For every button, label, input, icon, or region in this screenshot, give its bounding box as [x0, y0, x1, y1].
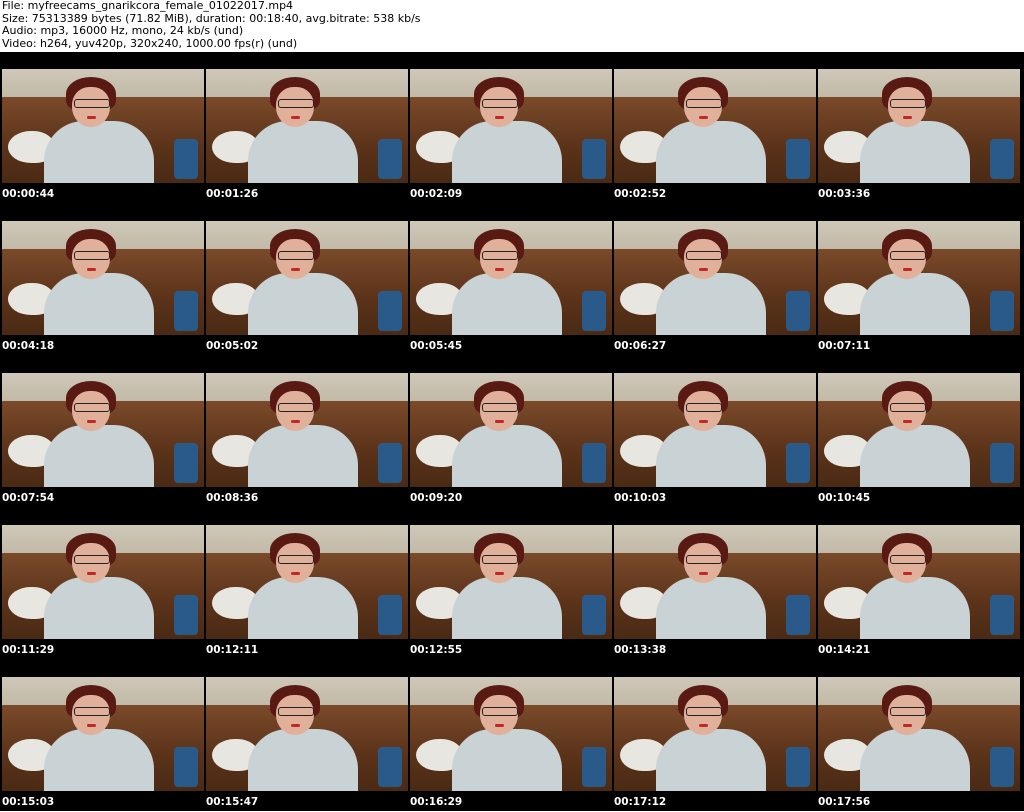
thumbnail-timestamp: 00:03:36: [818, 188, 871, 200]
thumbnail-timestamp: 00:07:11: [818, 340, 871, 352]
video-frame-thumbnail[interactable]: [818, 525, 1020, 639]
thumbnail-timestamp: 00:12:55: [410, 644, 463, 656]
thumbnail-timestamp: 00:11:29: [2, 644, 55, 656]
thumbnail-cell[interactable]: 00:07:11: [816, 204, 1020, 356]
thumbnail-timestamp: 00:02:09: [410, 188, 463, 200]
thumbnail-timestamp: 00:10:03: [614, 492, 667, 504]
thumbnail-cell[interactable]: 00:08:36: [204, 356, 408, 508]
video-frame-thumbnail[interactable]: [2, 373, 204, 487]
thumbnail-cell[interactable]: 00:02:09: [408, 52, 612, 204]
video-frame-thumbnail[interactable]: [614, 373, 816, 487]
thumbnail-cell[interactable]: 00:02:52: [612, 52, 816, 204]
thumbnail-timestamp: 00:01:26: [206, 188, 259, 200]
thumbnail-timestamp: 00:16:29: [410, 796, 463, 808]
video-frame-thumbnail[interactable]: [614, 69, 816, 183]
thumbnail-cell[interactable]: 00:10:45: [816, 356, 1020, 508]
thumbnail-timestamp: 00:09:20: [410, 492, 463, 504]
video-frame-thumbnail[interactable]: [410, 69, 612, 183]
video-info-line: Video: h264, yuv420p, 320x240, 1000.00 f…: [2, 36, 298, 50]
thumbnail-cell[interactable]: 00:10:03: [612, 356, 816, 508]
thumbnail-timestamp: 00:07:54: [2, 492, 55, 504]
thumbnail-timestamp: 00:06:27: [614, 340, 667, 352]
thumbnail-timestamp: 00:15:47: [206, 796, 259, 808]
thumbnail-cell[interactable]: 00:00:44: [0, 52, 204, 204]
thumbnail-cell[interactable]: 00:03:36: [816, 52, 1020, 204]
thumbnail-cell[interactable]: 00:07:54: [0, 356, 204, 508]
video-frame-thumbnail[interactable]: [206, 525, 408, 639]
video-frame-thumbnail[interactable]: [2, 69, 204, 183]
video-frame-thumbnail[interactable]: [206, 69, 408, 183]
video-frame-thumbnail[interactable]: [206, 373, 408, 487]
file-info-header: File: myfreecams_gnarikcora_female_01022…: [0, 0, 1024, 52]
thumbnail-timestamp: 00:12:11: [206, 644, 259, 656]
thumbnail-cell[interactable]: 00:06:27: [612, 204, 816, 356]
thumbnail-timestamp: 00:05:45: [410, 340, 463, 352]
thumbnail-cell[interactable]: 00:04:18: [0, 204, 204, 356]
thumbnail-grid: 00:00:44 00:01:26 00:02:09 00:02:52 00:03:36…: [0, 52, 1024, 811]
thumbnail-cell[interactable]: 00:11:29: [0, 508, 204, 660]
video-frame-thumbnail[interactable]: [410, 221, 612, 335]
thumbnail-cell[interactable]: 00:17:12: [612, 660, 816, 812]
video-frame-thumbnail[interactable]: [410, 525, 612, 639]
video-frame-thumbnail[interactable]: [818, 69, 1020, 183]
thumbnail-timestamp: 00:08:36: [206, 492, 259, 504]
thumbnail-timestamp: 00:10:45: [818, 492, 871, 504]
thumbnail-timestamp: 00:04:18: [2, 340, 55, 352]
video-frame-thumbnail[interactable]: [2, 221, 204, 335]
thumbnail-cell[interactable]: 00:05:45: [408, 204, 612, 356]
video-frame-thumbnail[interactable]: [206, 677, 408, 791]
video-frame-thumbnail[interactable]: [410, 677, 612, 791]
thumbnail-timestamp: 00:17:12: [614, 796, 667, 808]
video-frame-thumbnail[interactable]: [818, 221, 1020, 335]
thumbnail-cell[interactable]: 00:12:55: [408, 508, 612, 660]
thumbnail-timestamp: 00:15:03: [2, 796, 55, 808]
video-frame-thumbnail[interactable]: [614, 221, 816, 335]
audio-info-line: Audio: mp3, 16000 Hz, mono, 24 kb/s (und…: [2, 24, 244, 37]
thumbnail-cell[interactable]: 00:01:26: [204, 52, 408, 204]
thumbnail-cell[interactable]: 00:05:02: [204, 204, 408, 356]
video-frame-thumbnail[interactable]: [614, 525, 816, 639]
thumbnail-cell[interactable]: 00:15:03: [0, 660, 204, 812]
video-frame-thumbnail[interactable]: [2, 525, 204, 639]
video-frame-thumbnail[interactable]: [818, 373, 1020, 487]
thumbnail-cell[interactable]: 00:13:38: [612, 508, 816, 660]
thumbnail-cell[interactable]: 00:15:47: [204, 660, 408, 812]
thumbnail-timestamp: 00:14:21: [818, 644, 871, 656]
thumbnail-cell[interactable]: 00:12:11: [204, 508, 408, 660]
thumbnail-cell[interactable]: 00:16:29: [408, 660, 612, 812]
thumbnail-timestamp: 00:17:56: [818, 796, 871, 808]
thumbnail-cell[interactable]: 00:09:20: [408, 356, 612, 508]
file-name-line: File: myfreecams_gnarikcora_female_01022…: [2, 0, 294, 12]
video-frame-thumbnail[interactable]: [2, 677, 204, 791]
thumbnail-cell[interactable]: 00:17:56: [816, 660, 1020, 812]
thumbnail-timestamp: 00:00:44: [2, 188, 55, 200]
thumbnail-timestamp: 00:13:38: [614, 644, 667, 656]
video-frame-thumbnail[interactable]: [206, 221, 408, 335]
video-frame-thumbnail[interactable]: [410, 373, 612, 487]
thumbnail-timestamp: 00:02:52: [614, 188, 667, 200]
thumbnail-timestamp: 00:05:02: [206, 340, 259, 352]
video-frame-thumbnail[interactable]: [818, 677, 1020, 791]
video-frame-thumbnail[interactable]: [614, 677, 816, 791]
thumbnail-cell[interactable]: 00:14:21: [816, 508, 1020, 660]
